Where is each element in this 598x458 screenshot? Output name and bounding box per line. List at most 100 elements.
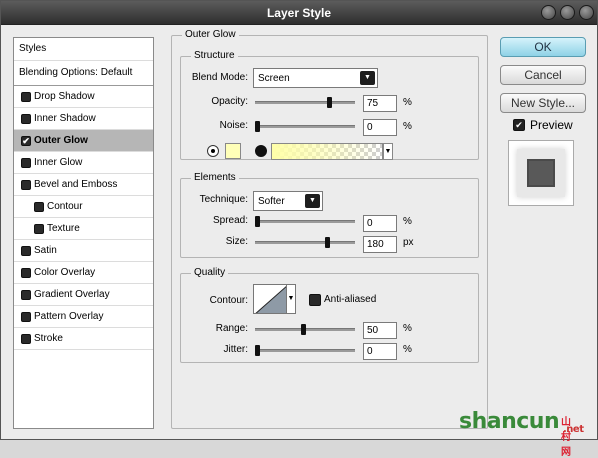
spread-slider-thumb[interactable]: [255, 216, 260, 227]
inner-glow-checkbox[interactable]: [21, 158, 31, 168]
maximize-button[interactable]: [560, 5, 575, 20]
style-item-gradient-overlay[interactable]: Gradient Overlay: [14, 284, 153, 306]
style-item-color-overlay[interactable]: Color Overlay: [14, 262, 153, 284]
structure-group: Structure Blend Mode: Screen ▼ Opacity: …: [180, 50, 479, 160]
style-item-outer-glow[interactable]: ✔ Outer Glow: [14, 130, 153, 152]
size-slider[interactable]: [255, 241, 355, 244]
stroke-checkbox[interactable]: [21, 334, 31, 344]
blend-mode-select[interactable]: Screen ▼: [253, 68, 378, 88]
size-slider-thumb[interactable]: [325, 237, 330, 248]
inner-glow-label: Inner Glow: [34, 157, 83, 168]
texture-checkbox[interactable]: [34, 224, 44, 234]
contour-preview[interactable]: [253, 284, 287, 314]
style-item-texture[interactable]: Texture: [14, 218, 153, 240]
style-item-contour[interactable]: Contour: [14, 196, 153, 218]
pattern-overlay-checkbox[interactable]: [21, 312, 31, 322]
contour-curve-icon: [255, 286, 286, 313]
jitter-label: Jitter:: [223, 344, 248, 355]
contour-label: Contour: [47, 201, 83, 212]
color-overlay-label: Color Overlay: [34, 267, 96, 278]
chevron-down-icon: ▼: [305, 194, 320, 208]
styles-list: Styles Blending Options: Default Drop Sh…: [13, 37, 154, 429]
contour-checkbox[interactable]: [34, 202, 44, 212]
range-slider-thumb[interactable]: [301, 324, 306, 335]
blending-options-label: Blending Options: Default: [19, 67, 133, 78]
window-title: Layer Style: [266, 6, 332, 20]
noise-input[interactable]: 0: [363, 119, 397, 136]
anti-aliased-checkbox[interactable]: [309, 294, 321, 306]
size-input[interactable]: 180: [363, 236, 397, 253]
quality-title: Quality: [191, 267, 229, 278]
drop-shadow-checkbox[interactable]: [21, 92, 31, 102]
outer-glow-panel: Outer Glow Structure Blend Mode: Screen …: [171, 29, 488, 429]
satin-checkbox[interactable]: [21, 246, 31, 256]
noise-slider-thumb[interactable]: [255, 121, 260, 132]
style-preview-thumbnail: [508, 140, 574, 206]
style-item-drop-shadow[interactable]: Drop Shadow: [14, 86, 153, 108]
preview-square: [527, 159, 555, 187]
ok-button[interactable]: OK: [500, 37, 586, 57]
spread-label: Spread:: [212, 215, 248, 226]
glow-color-swatch[interactable]: [225, 143, 241, 159]
technique-value: Softer: [258, 196, 285, 207]
inner-shadow-label: Inner Shadow: [34, 113, 96, 124]
noise-label: Noise:: [219, 120, 248, 131]
gradient-overlay-label: Gradient Overlay: [34, 289, 110, 300]
range-input[interactable]: 50: [363, 322, 397, 339]
spread-input[interactable]: 0: [363, 215, 397, 232]
preview-checkbox[interactable]: ✔: [513, 119, 525, 131]
style-item-bevel-emboss[interactable]: Bevel and Emboss: [14, 174, 153, 196]
chevron-down-icon: ▼: [360, 71, 375, 85]
style-item-pattern-overlay[interactable]: Pattern Overlay: [14, 306, 153, 328]
gradient-overlay-checkbox[interactable]: [21, 290, 31, 300]
minimize-button[interactable]: [541, 5, 556, 20]
bevel-emboss-checkbox[interactable]: [21, 180, 31, 190]
quality-group: Quality Contour: ▼ Anti-aliased Range: 5…: [180, 267, 479, 363]
texture-label: Texture: [47, 223, 80, 234]
watermark-text: shancun: [459, 409, 560, 434]
contour-label-quality: Contour:: [209, 295, 248, 306]
gradient-radio[interactable]: [255, 145, 267, 157]
technique-label: Technique:: [199, 194, 248, 205]
spread-slider[interactable]: [255, 220, 355, 223]
jitter-unit: %: [403, 344, 412, 355]
satin-label: Satin: [34, 245, 57, 256]
outer-glow-checkbox[interactable]: ✔: [21, 136, 31, 146]
technique-select[interactable]: Softer ▼: [253, 191, 323, 211]
style-item-inner-shadow[interactable]: Inner Shadow: [14, 108, 153, 130]
outer-glow-title: Outer Glow: [182, 29, 239, 40]
size-unit: px: [403, 237, 414, 248]
jitter-slider[interactable]: [255, 349, 355, 352]
opacity-slider[interactable]: [255, 101, 355, 104]
styles-header-label: Styles: [19, 43, 47, 54]
spread-unit: %: [403, 216, 412, 227]
solid-color-radio[interactable]: [207, 145, 219, 157]
cancel-button[interactable]: Cancel: [500, 65, 586, 85]
opacity-slider-thumb[interactable]: [327, 97, 332, 108]
bevel-emboss-label: Bevel and Emboss: [34, 179, 118, 190]
opacity-input[interactable]: 75: [363, 95, 397, 112]
styles-header[interactable]: Styles: [14, 38, 153, 61]
elements-title: Elements: [191, 172, 239, 183]
blending-options-item[interactable]: Blending Options: Default: [14, 61, 153, 86]
opacity-unit: %: [403, 97, 412, 108]
stroke-label: Stroke: [34, 333, 63, 344]
style-item-satin[interactable]: Satin: [14, 240, 153, 262]
new-style-button[interactable]: New Style...: [500, 93, 586, 113]
jitter-input[interactable]: 0: [363, 343, 397, 360]
opacity-label: Opacity:: [211, 96, 248, 107]
drop-shadow-label: Drop Shadow: [34, 91, 95, 102]
blend-mode-label: Blend Mode:: [191, 72, 248, 83]
close-button[interactable]: [579, 5, 594, 20]
structure-title: Structure: [191, 50, 238, 61]
style-item-inner-glow[interactable]: Inner Glow: [14, 152, 153, 174]
noise-slider[interactable]: [255, 125, 355, 128]
contour-dropdown-arrow[interactable]: ▼: [286, 284, 296, 314]
inner-shadow-checkbox[interactable]: [21, 114, 31, 124]
glow-gradient-swatch[interactable]: [271, 143, 383, 160]
color-overlay-checkbox[interactable]: [21, 268, 31, 278]
noise-unit: %: [403, 121, 412, 132]
gradient-dropdown-arrow[interactable]: ▼: [383, 143, 393, 160]
style-item-stroke[interactable]: Stroke: [14, 328, 153, 350]
jitter-slider-thumb[interactable]: [255, 345, 260, 356]
